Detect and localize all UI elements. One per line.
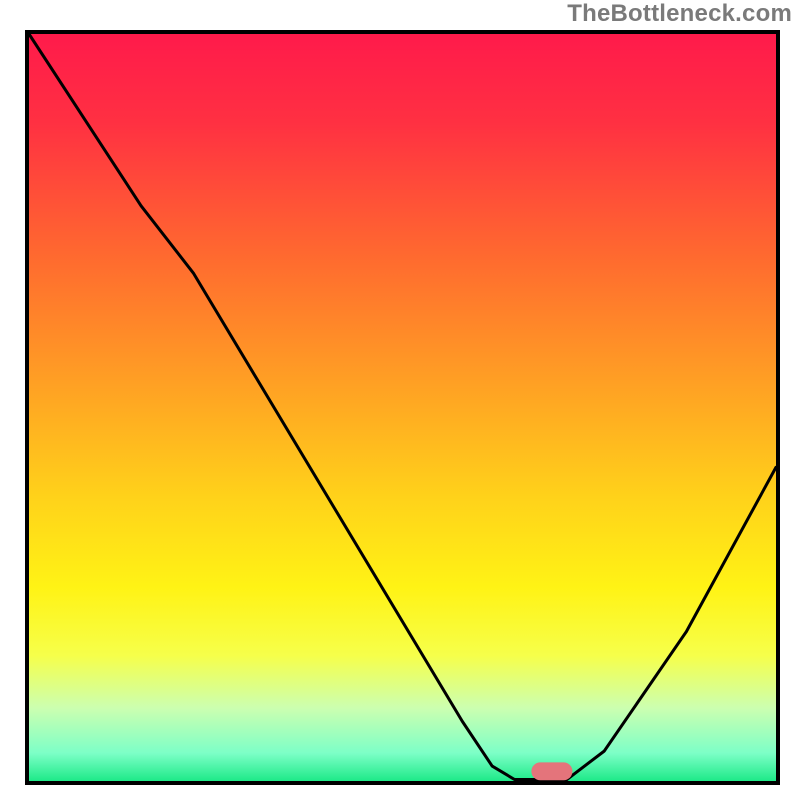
bottleneck-chart (0, 0, 800, 800)
chart-container: TheBottleneck.com (0, 0, 800, 800)
optimal-marker (531, 762, 572, 780)
watermark-text: TheBottleneck.com (567, 0, 792, 28)
plot-background (27, 32, 778, 783)
